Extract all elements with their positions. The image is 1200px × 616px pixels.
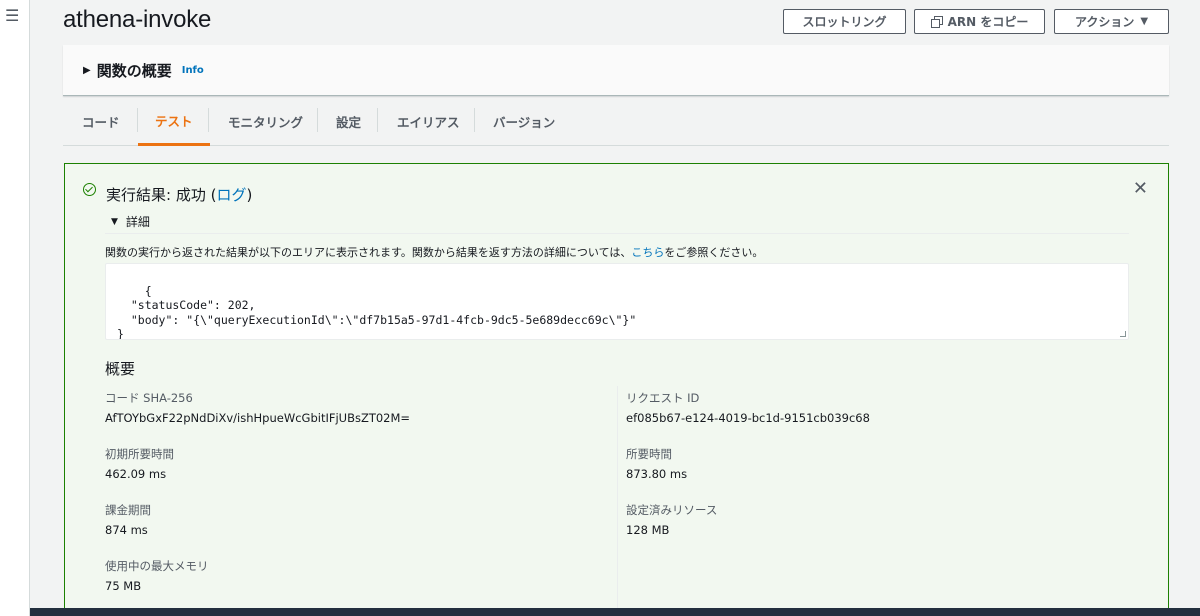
tab-monitoring[interactable]: モニタリング <box>228 97 303 145</box>
tab-configuration[interactable]: 設定 <box>336 97 361 145</box>
result-title-suffix: ) <box>246 186 253 204</box>
result-output-textarea[interactable]: { "statusCode": 202, "body": "{\"queryEx… <box>105 263 1129 340</box>
caret-down-icon: ▼ <box>1140 16 1149 27</box>
result-output-text: { "statusCode": 202, "body": "{\"queryEx… <box>117 283 637 340</box>
copy-icon <box>930 16 943 28</box>
execution-result-panel: 実行結果: 成功 (ログ) ✕ ▼ 詳細 関数の実行から返された結果が以下のエリ… <box>64 163 1169 616</box>
billed-duration-label: 課金期間 <box>105 503 151 517</box>
info-link[interactable]: Info <box>182 65 204 76</box>
request-id-label: リクエスト ID <box>626 391 700 405</box>
success-check-icon <box>83 183 96 196</box>
column-divider <box>617 386 618 616</box>
function-overview-title: 関数の概要 <box>96 62 172 80</box>
init-duration-label: 初期所要時間 <box>105 447 174 461</box>
details-label: 詳細 <box>125 215 150 229</box>
tab-versions[interactable]: バージョン <box>493 97 555 145</box>
duration-label: 所要時間 <box>626 447 672 461</box>
actions-button[interactable]: アクション ▼ <box>1054 9 1169 34</box>
description-suffix: をご参照ください。 <box>664 246 764 259</box>
left-rail: ☰ <box>0 0 30 616</box>
details-toggle[interactable]: ▼ 詳細 <box>111 213 150 230</box>
init-duration-value: 462.09 ms <box>105 467 167 481</box>
max-memory-label: 使用中の最大メモリ <box>105 559 209 573</box>
divider <box>105 233 1129 234</box>
details-doc-link[interactable]: こちら <box>631 246 664 259</box>
tab-bar: コード テスト モニタリング 設定 エイリアス バージョン <box>63 97 1169 146</box>
tab-aliases[interactable]: エイリアス <box>397 97 460 145</box>
configured-resources-value: 128 MB <box>626 523 670 537</box>
page-title: athena-invoke <box>63 6 212 33</box>
code-sha-value: AfTOYbGxF22pNdDiXv/ishHpueWcGbitIFjUBsZT… <box>105 411 411 425</box>
function-overview-toggle[interactable]: ▶ 関数の概要 Info <box>83 60 204 81</box>
hamburger-menu-icon[interactable]: ☰ <box>5 8 19 24</box>
close-icon[interactable]: ✕ <box>1133 180 1148 198</box>
duration-value: 873.80 ms <box>626 467 688 481</box>
function-overview-panel: ▶ 関数の概要 Info <box>63 45 1169 96</box>
result-title-text: 実行結果: 成功 ( <box>106 186 217 204</box>
request-id-value: ef085b67-e124-4019-bc1d-9151cb039c68 <box>626 411 870 425</box>
result-description: 関数の実行から返された結果が以下のエリアに表示されます。関数から結果を返す方法の… <box>105 244 763 260</box>
tab-divider <box>474 108 475 132</box>
summary-title: 概要 <box>105 360 136 378</box>
copy-arn-button[interactable]: ARN をコピー <box>914 9 1045 34</box>
caret-right-icon: ▶ <box>83 65 91 76</box>
throttle-button-label: スロットリング <box>802 15 887 29</box>
execution-result-title: 実行結果: 成功 (ログ) <box>106 184 252 205</box>
throttle-button[interactable]: スロットリング <box>783 9 906 34</box>
logs-link[interactable]: ログ <box>216 186 246 204</box>
tab-divider <box>208 108 209 132</box>
tab-divider <box>377 108 378 132</box>
copy-arn-button-label: ARN をコピー <box>947 15 1029 29</box>
actions-button-label: アクション <box>1074 15 1135 29</box>
code-sha-label: コード SHA-256 <box>105 391 193 405</box>
bottom-bar <box>30 608 1200 616</box>
tab-divider <box>317 108 318 132</box>
max-memory-value: 75 MB <box>105 579 142 593</box>
resize-handle-icon[interactable] <box>1120 331 1126 337</box>
caret-down-icon: ▼ <box>111 216 118 227</box>
tab-code[interactable]: コード <box>82 97 120 145</box>
tab-test[interactable]: テスト <box>138 97 210 146</box>
configured-resources-label: 設定済みリソース <box>626 503 718 517</box>
billed-duration-value: 874 ms <box>105 523 148 537</box>
description-text: 関数の実行から返された結果が以下のエリアに表示されます。関数から結果を返す方法の… <box>105 246 632 259</box>
